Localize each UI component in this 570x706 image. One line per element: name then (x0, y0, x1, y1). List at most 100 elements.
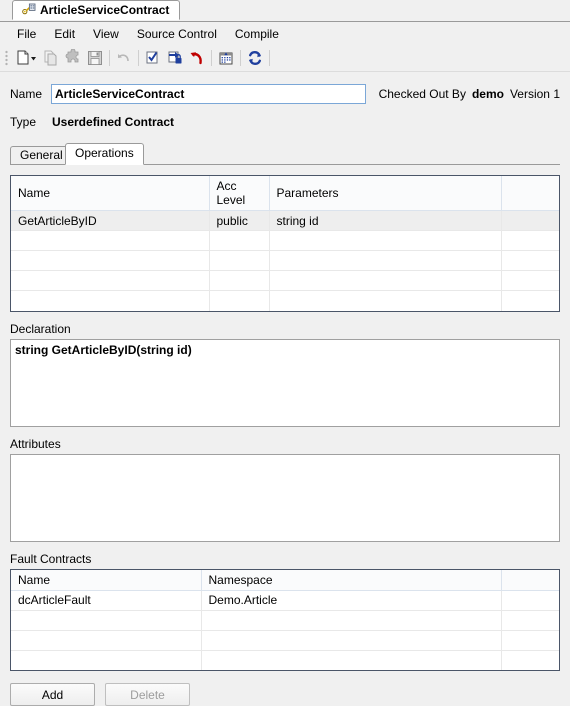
undo-checkout-button[interactable] (186, 47, 208, 69)
table-row[interactable] (11, 630, 559, 651)
action-buttons: Add Delete (10, 683, 560, 706)
type-value: Userdefined Contract (52, 115, 175, 129)
table-row[interactable] (11, 290, 559, 311)
cell-acc-level[interactable]: public (209, 210, 270, 231)
cell-filler[interactable] (501, 230, 559, 251)
check-out-button[interactable] (142, 47, 164, 69)
menu-file[interactable]: File (8, 24, 45, 44)
cell-name[interactable] (11, 270, 210, 291)
cell-acc-level[interactable] (209, 250, 270, 271)
cell-name[interactable] (11, 250, 210, 271)
cell-parameters[interactable] (269, 270, 502, 291)
column-header-namespace[interactable]: Namespace (201, 569, 502, 591)
calendar-history-button[interactable] (215, 47, 237, 69)
name-input[interactable] (51, 84, 366, 104)
checked-out-by-user: demo (471, 87, 504, 101)
type-row: Type Userdefined Contract (10, 113, 560, 131)
menu-edit[interactable]: Edit (45, 24, 84, 44)
declaration-panel[interactable]: string GetArticleByID(string id) (10, 338, 560, 427)
name-label: Name (10, 87, 43, 101)
declaration-label: Declaration (10, 321, 71, 336)
table-row[interactable] (11, 650, 559, 670)
cell-parameters[interactable]: string id (269, 210, 502, 231)
copy-button[interactable] (40, 47, 62, 69)
attributes-panel[interactable] (10, 453, 560, 542)
column-header-fault-name[interactable]: Name (11, 569, 202, 591)
cell-filler[interactable] (501, 291, 559, 311)
fault-contracts-label: Fault Contracts (10, 551, 92, 566)
menu-compile[interactable]: Compile (226, 24, 288, 44)
version-label: Version 1 (509, 87, 560, 101)
menubar: File Edit View Source Control Compile (0, 22, 570, 45)
type-label: Type (10, 115, 37, 129)
table-row[interactable] (11, 230, 559, 251)
cell-filler[interactable] (501, 250, 559, 271)
cell-fault-filler[interactable] (501, 630, 559, 651)
column-header-filler[interactable] (501, 176, 559, 211)
form-area: Name Checked Out By demo Version 1 Type Us… (0, 83, 570, 706)
operations-grid-header: Name Acc Level Parameters (11, 176, 559, 211)
toolbar-grip[interactable] (5, 50, 8, 66)
save-button[interactable] (84, 47, 106, 69)
tab-operations[interactable]: Operations (65, 143, 144, 165)
cell-namespace[interactable] (201, 630, 502, 651)
menu-view[interactable]: View (84, 24, 128, 44)
cell-acc-level[interactable] (209, 230, 270, 251)
cell-fault-filler[interactable] (501, 590, 559, 611)
column-header-parameters[interactable]: Parameters (269, 176, 502, 211)
cell-acc-level[interactable] (209, 290, 270, 311)
toolbar-separator (240, 50, 241, 66)
declaration-text: string GetArticleByID(string id) (15, 342, 192, 357)
checked-out-by-label: Checked Out By (378, 87, 466, 101)
cell-parameters[interactable] (269, 290, 502, 311)
name-row: Name Checked Out By demo Version 1 (10, 83, 560, 105)
column-header-fault-filler[interactable] (501, 569, 559, 591)
check-in-lock-button[interactable] (164, 47, 186, 69)
add-button[interactable]: Add (10, 683, 95, 706)
cell-fault-name[interactable] (11, 630, 202, 651)
cell-fault-filler[interactable] (501, 610, 559, 631)
table-row[interactable] (11, 610, 559, 631)
tabstrip: General Operations (10, 143, 560, 165)
cell-name[interactable] (11, 290, 210, 311)
contract-key-icon (22, 3, 36, 17)
cell-acc-level[interactable] (209, 270, 270, 291)
table-row[interactable]: GetArticleByID public string id (11, 210, 559, 231)
cell-namespace[interactable] (201, 610, 502, 631)
dropdown-arrow-icon (31, 57, 36, 61)
cell-fault-name[interactable] (11, 650, 202, 670)
fault-contracts-header: Name Namespace (11, 569, 559, 591)
column-header-acc-level[interactable]: Acc Level (209, 176, 270, 211)
cell-namespace[interactable]: Demo.Article (201, 590, 502, 611)
document-tab-article-service-contract[interactable]: ArticleServiceContract (12, 0, 181, 20)
delete-button[interactable]: Delete (105, 683, 190, 706)
table-row[interactable]: dcArticleFault Demo.Article (11, 590, 559, 611)
attributes-label: Attributes (10, 436, 61, 451)
fault-contracts-grid[interactable]: Name Namespace dcArticleFault Demo.Artic… (10, 568, 560, 671)
tab-general[interactable]: General (10, 146, 73, 165)
table-row[interactable] (11, 270, 559, 291)
undo-button[interactable] (113, 47, 135, 69)
checkout-info: Checked Out By demo Version 1 (379, 87, 560, 101)
cell-filler[interactable] (501, 270, 559, 291)
cell-namespace[interactable] (201, 650, 502, 670)
cell-fault-filler[interactable] (501, 650, 559, 670)
toolbar (0, 45, 570, 72)
toolbar-separator (211, 50, 212, 66)
cell-name[interactable]: GetArticleByID (11, 210, 210, 231)
column-header-name[interactable]: Name (11, 176, 210, 211)
operations-grid[interactable]: Name Acc Level Parameters GetArticleByID… (10, 175, 560, 312)
new-document-button[interactable] (12, 47, 40, 69)
menu-source-control[interactable]: Source Control (128, 24, 226, 44)
cell-parameters[interactable] (269, 250, 502, 271)
cell-filler[interactable] (501, 210, 559, 231)
cell-fault-name[interactable] (11, 610, 202, 631)
refresh-sync-button[interactable] (244, 47, 266, 69)
cell-fault-name[interactable]: dcArticleFault (11, 590, 202, 611)
table-row[interactable] (11, 250, 559, 271)
toolbar-separator (109, 50, 110, 66)
plugin-puzzle-button[interactable] (62, 47, 84, 69)
cell-name[interactable] (11, 230, 210, 251)
document-tabstrip: ArticleServiceContract (0, 0, 570, 22)
cell-parameters[interactable] (269, 230, 502, 251)
